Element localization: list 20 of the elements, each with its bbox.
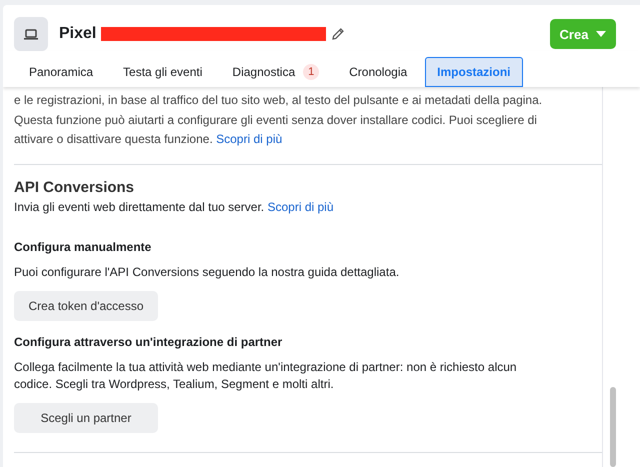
- tab[interactable]: Diagnostica 1: [220, 57, 332, 87]
- tab[interactable]: Testa gli eventi: [111, 57, 214, 87]
- learn-more-link[interactable]: Scopri di più: [267, 200, 334, 214]
- option-heading: Configura manualmente: [14, 240, 152, 254]
- tab[interactable]: Cronologia: [337, 57, 420, 87]
- intro-paragraph: e le registrazioni, in base al traffico del tuo sito web, al testo del pulsante e ai metadati della pagina. Questa funzione può aiutarti a configurare gli eventi senza dover installare codici. Puoi scegliere di attivare o disattivare questa funzione. Scopri di più: [14, 92, 544, 148]
- caret-icon: [596, 31, 606, 37]
- section-description: Invia gli eventi web direttamente dal tuo server. Scopri di più: [14, 200, 335, 214]
- pixel-title: Pixel: [59, 25, 96, 43]
- learn-more-link[interactable]: Scopri di più: [216, 132, 282, 146]
- option-description: Collega facilmente la tua attività web mediante un'integrazione di partner: non è richiesto alcun codice. Scegli tra Wordpress, Tealium, Segment e molti altri.: [14, 358, 518, 392]
- pencil-icon[interactable]: [331, 27, 346, 41]
- option-button[interactable]: Crea token d'accesso: [14, 290, 158, 320]
- section-heading: API Conversions: [14, 178, 136, 196]
- option-description: Puoi configurare l'API Conversions seguendo la nostra guida dettagliata.: [14, 264, 400, 280]
- tab[interactable]: Panoramica: [17, 57, 106, 87]
- count-badge: 1: [303, 64, 320, 80]
- option-heading: Configura attraverso un'integrazione di partner: [14, 334, 284, 348]
- option-button[interactable]: Scegli un partner: [14, 402, 158, 432]
- laptop-icon: [14, 17, 48, 51]
